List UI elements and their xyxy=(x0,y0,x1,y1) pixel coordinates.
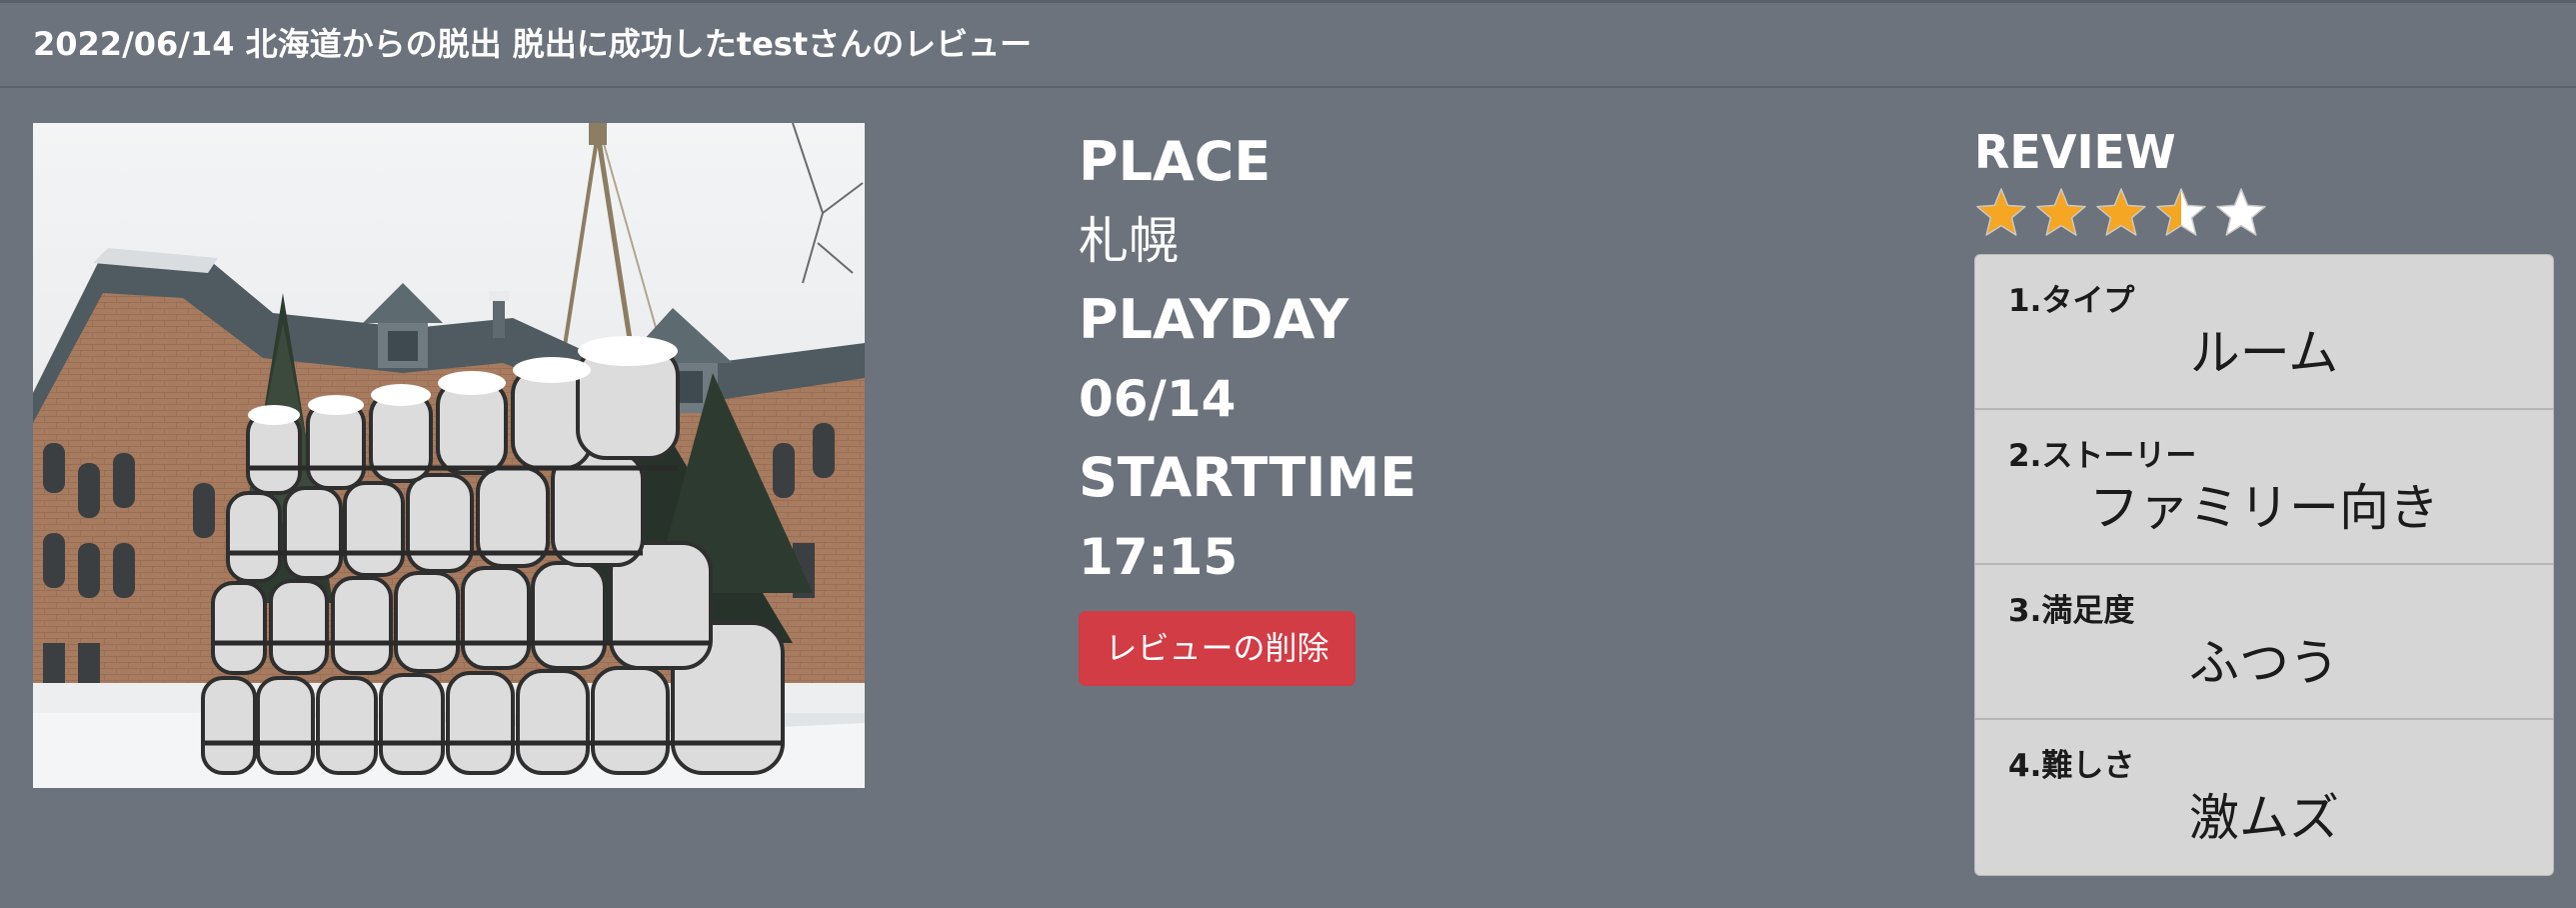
review-item-type: 1.タイプ ルーム xyxy=(1975,255,2553,410)
star-icon xyxy=(1974,186,2028,240)
review-item-value: ファミリー向き xyxy=(2089,479,2439,537)
venue-photo xyxy=(33,123,865,788)
delete-review-button[interactable]: レビューの削除 xyxy=(1079,611,1355,686)
playday-label: PLAYDAY xyxy=(1079,288,1349,351)
place-value: 札幌 xyxy=(1079,212,1179,270)
review-item-difficulty: 4.難しさ 激ムズ xyxy=(1975,720,2553,875)
star-icon xyxy=(2034,186,2088,240)
review-item-value: ルーム xyxy=(2189,324,2339,382)
review-item-value: ふつう xyxy=(2189,634,2339,692)
star-rating xyxy=(1974,186,2268,240)
star-icon xyxy=(2214,186,2268,240)
review-item-story: 2.ストーリー ファミリー向き xyxy=(1975,410,2553,565)
review-section: REVIEW 1.タイプ ルーム 2.ストーリー ファミリー向き 3.満足度 ふ… xyxy=(1974,122,2554,876)
starttime-value: 17:15 xyxy=(1079,528,1239,586)
star-icon xyxy=(2094,186,2148,240)
review-item-value: 激ムズ xyxy=(2189,789,2339,847)
review-title: REVIEW xyxy=(1974,125,2176,179)
playday-value: 06/14 xyxy=(1079,370,1237,428)
starttime-label: STARTTIME xyxy=(1079,446,1417,509)
place-label: PLACE xyxy=(1079,130,1272,193)
page-title: 2022/06/14 北海道からの脱出 脱出に成功したtestさんのレビュー xyxy=(33,25,1033,63)
page-header: 2022/06/14 北海道からの脱出 脱出に成功したtestさんのレビュー xyxy=(0,0,2576,88)
review-item-satisfaction: 3.満足度 ふつう xyxy=(1975,565,2553,720)
star-icon xyxy=(2154,186,2208,240)
venue-details: PLACE 札幌 PLAYDAY 06/14 STARTTIME 17:15 レ… xyxy=(1079,122,1778,686)
review-panel: 1.タイプ ルーム 2.ストーリー ファミリー向き 3.満足度 ふつう 4.難し… xyxy=(1974,254,2554,876)
